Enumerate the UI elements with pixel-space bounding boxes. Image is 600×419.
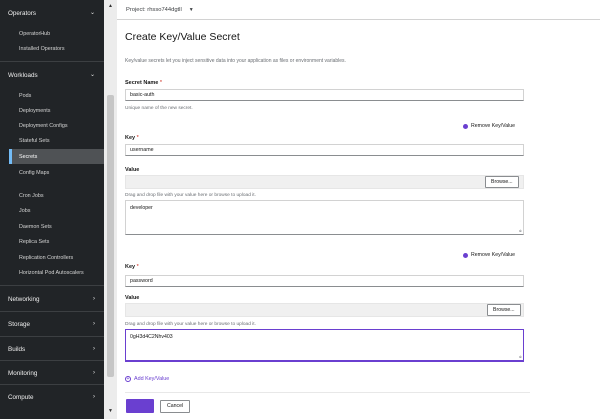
value-upload-dropzone[interactable] [125,175,524,189]
project-bar: Project: rhsso744dgtll ▼ [117,0,600,20]
value-label: Value [125,167,140,173]
chevron-right-icon: › [93,296,95,302]
sidebar-item-deployment-configs[interactable]: Deployment Configs [9,118,106,133]
chevron-right-icon: › [93,346,95,352]
value-textarea-username[interactable]: developer ≑ [125,200,524,235]
caret-down-icon: ▼ [188,7,194,13]
sidebar-item-stateful-sets[interactable]: Stateful Sets [9,133,106,148]
value-textarea-password[interactable]: 0gH3d4C2Nhv403 ≑ [125,329,524,362]
required-marker: * [159,80,162,86]
secret-name-input[interactable]: basic-auth [125,89,524,101]
sidebar-item-pods[interactable]: Pods [9,88,106,103]
remove-circle-icon [463,252,468,258]
nav-divider [0,61,104,62]
main-content: Create Key/Value Secret Key/value secret… [117,20,600,419]
sidebar-scrollbar[interactable]: ▲ ▼ [104,0,117,419]
nav-section-compute[interactable]: Compute › [0,385,104,409]
resize-grip-icon[interactable]: ≑ [519,355,522,359]
secret-name-helper: Unique name of the new secret. [125,106,193,111]
add-circle-icon: + [125,376,131,382]
value-upload-helper: Drag and drop file with your value here … [125,322,256,327]
sidebar: Operators ⌄ OperatorHub Installed Operat… [0,0,117,419]
key-input-username[interactable]: username [125,144,524,156]
key-label: Key * [125,135,139,141]
nav-divider [0,285,104,286]
browse-button[interactable]: Browse... [487,304,521,316]
project-selector[interactable]: Project: rhsso744dgtll ▼ [126,5,194,15]
nav-section-builds[interactable]: Builds › [0,337,104,361]
scroll-up-arrow-icon[interactable]: ▲ [104,2,117,10]
nav-section-workloads[interactable]: Workloads ⌄ [0,63,104,87]
required-marker: * [136,135,139,141]
secret-name-label: Secret Name * [125,80,162,86]
project-label: Project: rhsso744dgtll [126,7,182,13]
sidebar-item-config-maps[interactable]: Config Maps [9,165,106,180]
nav-section-storage[interactable]: Storage › [0,312,104,336]
sidebar-item-daemon-sets[interactable]: Daemon Sets [9,219,106,234]
chevron-right-icon: › [93,370,95,376]
remove-key-value-link[interactable]: Remove Key/Value [463,123,515,129]
value-upload-dropzone[interactable] [125,303,524,317]
chevron-down-icon: ⌄ [89,72,95,78]
scrollbar-thumb[interactable] [107,95,114,377]
sidebar-item-jobs[interactable]: Jobs [9,203,106,218]
required-marker: * [136,264,139,270]
resize-grip-icon[interactable]: ≑ [519,229,522,233]
nav-section-monitoring[interactable]: Monitoring › [0,361,104,385]
create-button[interactable] [126,399,154,413]
page-title: Create Key/Value Secret [125,31,240,43]
value-upload-helper: Drag and drop file with your value here … [125,193,256,198]
remove-key-value-link[interactable]: Remove Key/Value [463,252,515,258]
sidebar-item-operatorhub[interactable]: OperatorHub [9,26,106,41]
sidebar-item-deployments[interactable]: Deployments [9,103,106,118]
nav-section-operators[interactable]: Operators ⌄ [0,1,104,25]
key-input-password[interactable]: password [125,275,524,287]
add-key-value-link[interactable]: + Add Key/Value [125,376,169,382]
sidebar-item-replica-sets[interactable]: Replica Sets [9,234,106,249]
sidebar-item-installed-operators[interactable]: Installed Operators [9,41,106,56]
page-description: Key/value secrets let you inject sensiti… [125,58,346,64]
key-label: Key * [125,264,139,270]
chevron-down-icon: ⌄ [89,10,95,16]
sidebar-item-replication-controllers[interactable]: Replication Controllers [9,250,106,265]
value-label: Value [125,295,140,301]
chevron-right-icon: › [93,321,95,327]
scroll-down-arrow-icon[interactable]: ▼ [104,407,117,415]
footer-divider [125,392,530,393]
cancel-button[interactable]: Cancel [160,400,191,413]
remove-circle-icon [463,123,468,129]
chevron-right-icon: › [93,394,95,400]
browse-button[interactable]: Browse... [485,176,519,188]
sidebar-item-horizontal-pod-autoscalers[interactable]: Horizontal Pod Autoscalers [9,265,106,280]
sidebar-item-cron-jobs[interactable]: Cron Jobs [9,188,106,203]
sidebar-item-secrets[interactable]: Secrets [9,149,106,164]
nav-section-networking[interactable]: Networking › [0,287,104,311]
